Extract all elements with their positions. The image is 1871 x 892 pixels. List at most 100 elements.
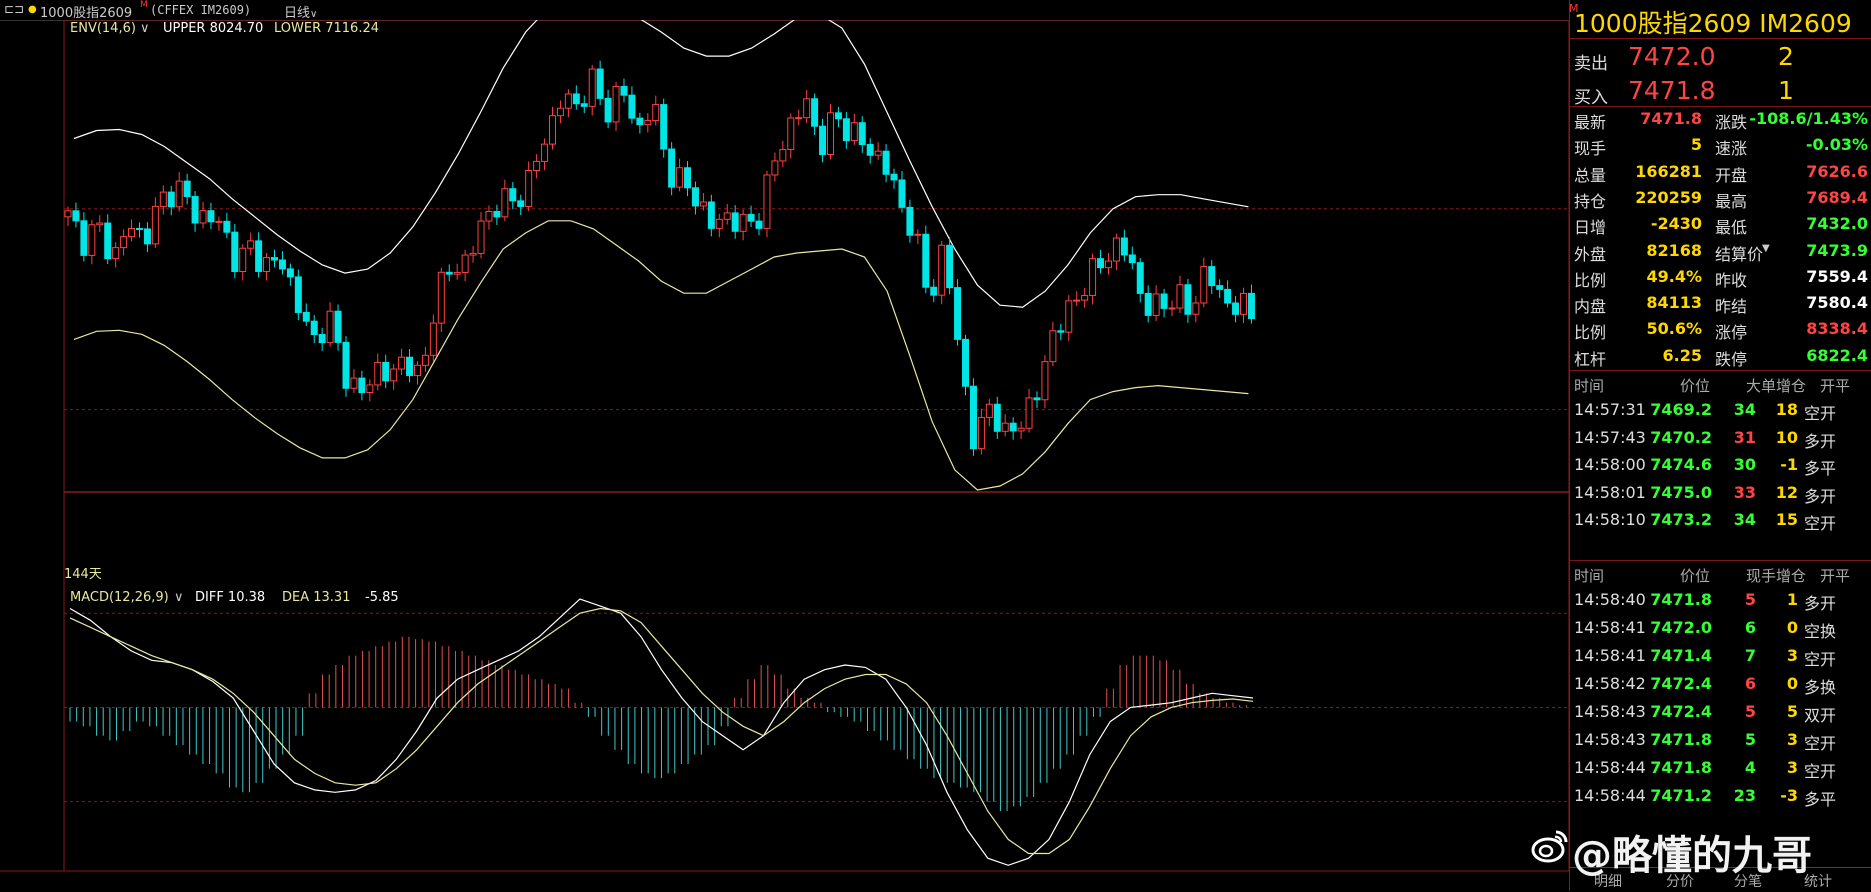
tick-cell: 多平 (1804, 790, 1837, 809)
quote-l: 持仓 (1574, 191, 1607, 211)
candle-up (556, 107, 564, 117)
buy-row[interactable]: 买入 7471.8 1 (1570, 74, 1871, 108)
candle-up (826, 112, 834, 156)
candle-up (461, 254, 469, 273)
weibo-icon (1531, 830, 1568, 863)
candle-down (811, 98, 819, 127)
quote-v2: -0.03% (1805, 135, 1868, 155)
period-dropdown[interactable]: 日线∨ (284, 2, 317, 21)
candle-down (294, 276, 302, 313)
env-label[interactable]: ENV(14,6) (70, 21, 136, 36)
big-trade-row[interactable]: 14:57:31 7469.2 34 18 空开 (1570, 396, 1871, 424)
big-trade-col-header[interactable]: 大单 (1746, 375, 1776, 396)
quote-v2: 6822.4 (1806, 345, 1868, 365)
tick-cell: 1 (1786, 590, 1798, 609)
big-trade-col-header[interactable]: 价位 (1680, 375, 1710, 396)
candle-up (239, 247, 247, 273)
quote-row: 日增 -2430 最低 7432.0 (1570, 211, 1871, 237)
layout-icon[interactable]: ⊏⊐ (4, 2, 24, 16)
quote-v2: 7580.4 (1806, 293, 1868, 313)
big-trade-cell: 7475.0 (1650, 482, 1712, 502)
candle-up (1200, 266, 1208, 304)
tick-cell: 空换 (1804, 622, 1837, 641)
tick-row[interactable]: 14:58:44 7471.2 23 -3 多平 (1570, 782, 1871, 810)
tick-col-header[interactable]: 时间 (1574, 565, 1604, 586)
candle-down (1160, 293, 1168, 309)
candle-up (541, 143, 549, 162)
candle-up (564, 93, 572, 109)
candle-down (1128, 254, 1136, 264)
tick-col-header[interactable]: 现手 (1746, 565, 1776, 586)
macd-label[interactable]: MACD(12,26,9) (70, 590, 169, 605)
tick-cell: 5 (1786, 702, 1798, 721)
sell-price: 7472.0 (1628, 42, 1716, 71)
candle-down (302, 311, 310, 322)
tick-cell: 7471.8 (1650, 758, 1712, 777)
sell-row[interactable]: 卖出 7472.0 2 (1570, 40, 1871, 74)
quote-l: 日增 (1574, 218, 1607, 238)
tick-row[interactable]: 14:58:43 7472.4 5 5 双开 (1570, 698, 1871, 726)
quote-l2: 涨跌 (1715, 113, 1748, 132)
big-trade-col-header[interactable]: 开平 (1820, 375, 1850, 396)
dea-label: DEA 13.31 (282, 590, 350, 605)
kline-chart[interactable]: ENV(14,6) ∨ UPPER 8024.70 LOWER 7116.24 … (0, 20, 1569, 891)
candle-up (128, 227, 136, 238)
big-trade-row[interactable]: 14:58:00 7474.6 30 -1 多平 (1570, 451, 1871, 479)
big-trade-cell: 15 (1775, 510, 1798, 529)
candle-up (263, 257, 271, 272)
candle-down (930, 286, 938, 296)
tick-cell: 双开 (1804, 706, 1837, 725)
tick-row[interactable]: 14:58:42 7472.4 6 0 多换 (1570, 670, 1871, 698)
candle-down (509, 188, 517, 202)
tick-row[interactable]: 14:58:43 7471.8 5 3 空开 (1570, 726, 1871, 754)
macd-chevron-icon[interactable]: ∨ (174, 590, 184, 605)
chart-title-bar: ⊏⊐ ● 1000股指2609 M (CFFEX IM2609) 日线∨ (0, 0, 1569, 21)
tick-col-header[interactable]: 增仓 (1776, 565, 1806, 586)
candle-up (588, 68, 596, 107)
candle-down (334, 310, 342, 343)
candle-up (1017, 427, 1025, 432)
quote-l: 现手 (1574, 139, 1607, 159)
big-trade-cell: 14:58:00 (1574, 455, 1646, 474)
candle-up (413, 364, 421, 377)
tick-cell: 5 (1744, 590, 1756, 609)
tick-cell: 0 (1786, 674, 1798, 693)
env-chevron-icon[interactable]: ∨ (140, 21, 150, 36)
quote-v: 82168 (1646, 240, 1702, 260)
tick-row[interactable]: 14:58:44 7471.8 4 3 空开 (1570, 754, 1871, 782)
big-trade-cell: 14:58:10 (1574, 510, 1646, 529)
candle-up (787, 117, 795, 150)
candle-down (493, 210, 501, 218)
quote-v2: 7473.9 (1806, 240, 1868, 260)
big-trade-row[interactable]: 14:58:01 7475.0 33 12 多开 (1570, 479, 1871, 507)
tick-col-header[interactable]: 价位 (1680, 565, 1710, 586)
big-trade-row[interactable]: 14:58:10 7473.2 34 15 空开 (1570, 506, 1871, 534)
big-trade-col-header[interactable]: 增仓 (1776, 375, 1806, 396)
tick-col-header[interactable]: 开平 (1820, 565, 1850, 586)
candle-down (684, 167, 692, 189)
candle-down (1232, 302, 1240, 315)
candle-down (906, 206, 914, 236)
candle-down (183, 180, 191, 198)
tick-row[interactable]: 14:58:41 7471.4 7 3 空开 (1570, 642, 1871, 670)
quote-l: 杠杆 (1574, 349, 1607, 369)
candle-down (104, 222, 112, 260)
quote-row: 总量 166281 开盘 7626.6 (1570, 159, 1871, 185)
tick-row[interactable]: 14:58:41 7472.0 6 0 空换 (1570, 614, 1871, 642)
candle-down (1216, 285, 1224, 290)
candle-down (1120, 237, 1128, 256)
candle-up (985, 403, 993, 418)
tick-cell: 7472.0 (1650, 618, 1712, 637)
big-trade-row[interactable]: 14:57:43 7470.2 31 10 多开 (1570, 424, 1871, 452)
tick-row[interactable]: 14:58:40 7471.8 5 1 多开 (1570, 586, 1871, 614)
quote-v: 84113 (1646, 293, 1702, 313)
quote-l2: 昨结 (1715, 297, 1748, 317)
tick-cell: 7471.2 (1650, 786, 1712, 805)
candle-down (80, 220, 88, 256)
tick-cell: 14:58:40 (1574, 590, 1646, 609)
candle-up (914, 233, 922, 236)
candle-down (1224, 288, 1232, 304)
big-trade-col-header[interactable]: 时间 (1574, 375, 1604, 396)
macd-value: -5.85 (365, 590, 399, 605)
settle-dropdown-icon[interactable]: ▼ (1762, 243, 1770, 254)
